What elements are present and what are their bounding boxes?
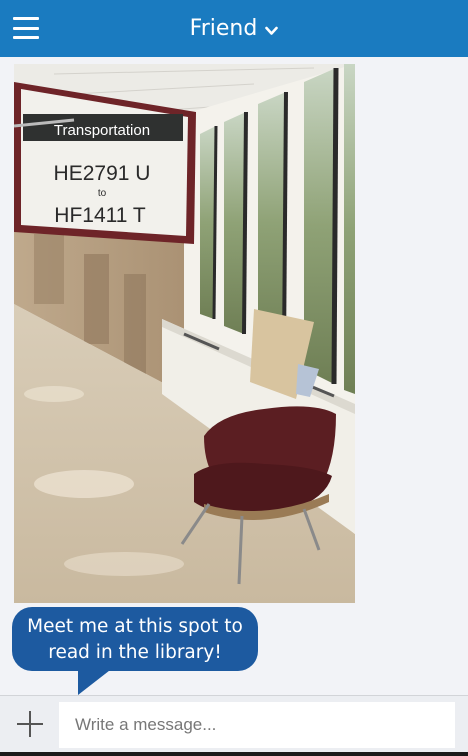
chevron-down-icon (265, 26, 279, 35)
message-text-line2: read in the library! (48, 642, 222, 663)
message-input[interactable] (59, 702, 455, 748)
sign-line1: HE2791 U (54, 162, 151, 185)
conversation-title-dropdown[interactable]: Friend (190, 16, 279, 41)
hallway-photo: Transportation HE2791 U to HF1411 T (14, 64, 355, 603)
app-header: Friend (0, 0, 468, 57)
plus-icon[interactable] (17, 711, 43, 737)
system-nav-bar (0, 752, 468, 756)
message-photo[interactable]: Transportation HE2791 U to HF1411 T (14, 64, 355, 603)
conversation-title: Friend (189, 16, 258, 41)
chat-area[interactable]: Transportation HE2791 U to HF1411 T Meet… (0, 57, 468, 695)
message-text-line1: Meet me at this spot to (27, 616, 243, 637)
sign-heading: Transportation (54, 122, 150, 139)
sign-line3: HF1411 T (54, 204, 146, 227)
hamburger-menu-icon[interactable] (13, 17, 39, 39)
message-composer (0, 695, 468, 756)
message-bubble[interactable]: Meet me at this spot to read in the libr… (12, 607, 258, 671)
sign-line2: to (98, 188, 107, 199)
message-bubble-tail (78, 667, 114, 695)
